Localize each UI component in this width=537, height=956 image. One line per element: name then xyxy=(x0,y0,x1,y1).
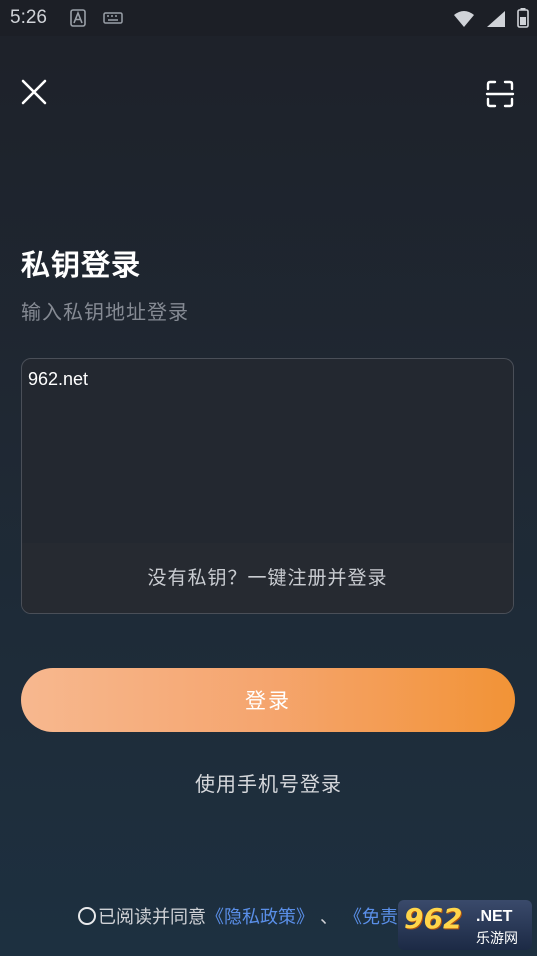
agreement-prefix: 已阅读并同意 xyxy=(98,907,206,928)
watermark-logo: 962 xyxy=(404,902,463,935)
status-right-icons xyxy=(453,8,529,32)
page-title: 私钥登录 xyxy=(21,248,142,282)
watermark-sub: 乐游网 xyxy=(476,931,518,947)
signal-icon xyxy=(486,11,505,27)
private-key-box: 没有私钥？一键注册并登录 xyxy=(21,358,514,614)
agreement-separator: 、 xyxy=(320,907,338,928)
status-left-icons xyxy=(70,9,123,31)
site-watermark: 962 .NET 乐游网 xyxy=(398,900,532,950)
status-bar: 5:26 xyxy=(0,0,537,36)
wifi-icon xyxy=(453,11,474,27)
privacy-policy-link[interactable]: 《隐私政策》 xyxy=(206,903,314,929)
battery-icon xyxy=(517,8,529,28)
close-icon xyxy=(21,79,47,105)
agree-checkbox[interactable] xyxy=(78,907,96,925)
close-button[interactable] xyxy=(18,76,50,108)
login-button[interactable]: 登录 xyxy=(21,668,515,732)
scan-button[interactable] xyxy=(484,78,516,110)
private-key-input[interactable] xyxy=(22,359,513,543)
register-link[interactable]: 没有私钥？一键注册并登录 xyxy=(22,543,513,613)
font-a-icon xyxy=(70,9,86,27)
scan-icon xyxy=(485,80,515,108)
keyboard-icon xyxy=(103,12,123,24)
phone-login-link[interactable]: 使用手机号登录 xyxy=(0,768,537,797)
status-time: 5:26 xyxy=(10,7,47,28)
disclaimer-link[interactable]: 《免责 xyxy=(344,903,398,929)
page-subtitle: 输入私钥地址登录 xyxy=(21,300,189,324)
agreement-row: 已阅读并同意 《隐私政策》 、 《免责 xyxy=(78,904,398,928)
watermark-suffix: .NET xyxy=(476,908,513,925)
